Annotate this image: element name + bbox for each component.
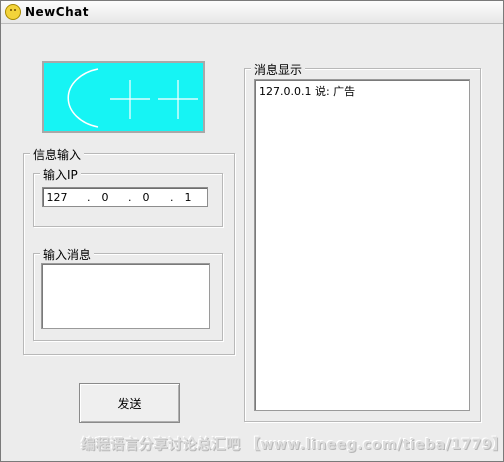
message-group-title: 输入消息: [40, 246, 95, 263]
ip-group-title: 输入IP: [40, 166, 81, 183]
ip-address-input[interactable]: 127 . 0 . 0 . 1: [42, 187, 208, 207]
logo-graphic: [42, 61, 205, 133]
watermark: 编程语言分享讨论总汇吧 【www.lineeg.com/tieba/1779】: [81, 437, 504, 453]
app-smiley-icon[interactable]: [5, 4, 21, 20]
ip-segment-1[interactable]: 127: [45, 191, 69, 204]
ip-dot-separator: .: [128, 191, 132, 204]
message-display[interactable]: 127.0.0.1 说: 广告: [254, 79, 470, 411]
message-line: 127.0.0.1 说: 广告: [259, 85, 356, 98]
ip-segment-3[interactable]: 0: [134, 191, 158, 204]
display-group-title: 消息显示: [251, 61, 306, 78]
logo-graphic-svg: [67, 68, 198, 128]
ip-dot-separator: .: [87, 191, 91, 204]
ip-segment-2[interactable]: 0: [93, 191, 117, 204]
ip-dot-separator: .: [170, 191, 174, 204]
window-title: NewChat: [25, 5, 89, 19]
app-window: NewChat 信息输入 输入IP 127 . 0 . 0 . 1 输入消息 发…: [0, 0, 504, 462]
message-input[interactable]: [41, 263, 210, 329]
send-button[interactable]: 发送: [79, 383, 180, 423]
title-bar[interactable]: NewChat: [1, 1, 503, 24]
input-group-title: 信息输入: [30, 146, 85, 163]
ip-segment-4[interactable]: 1: [176, 191, 200, 204]
